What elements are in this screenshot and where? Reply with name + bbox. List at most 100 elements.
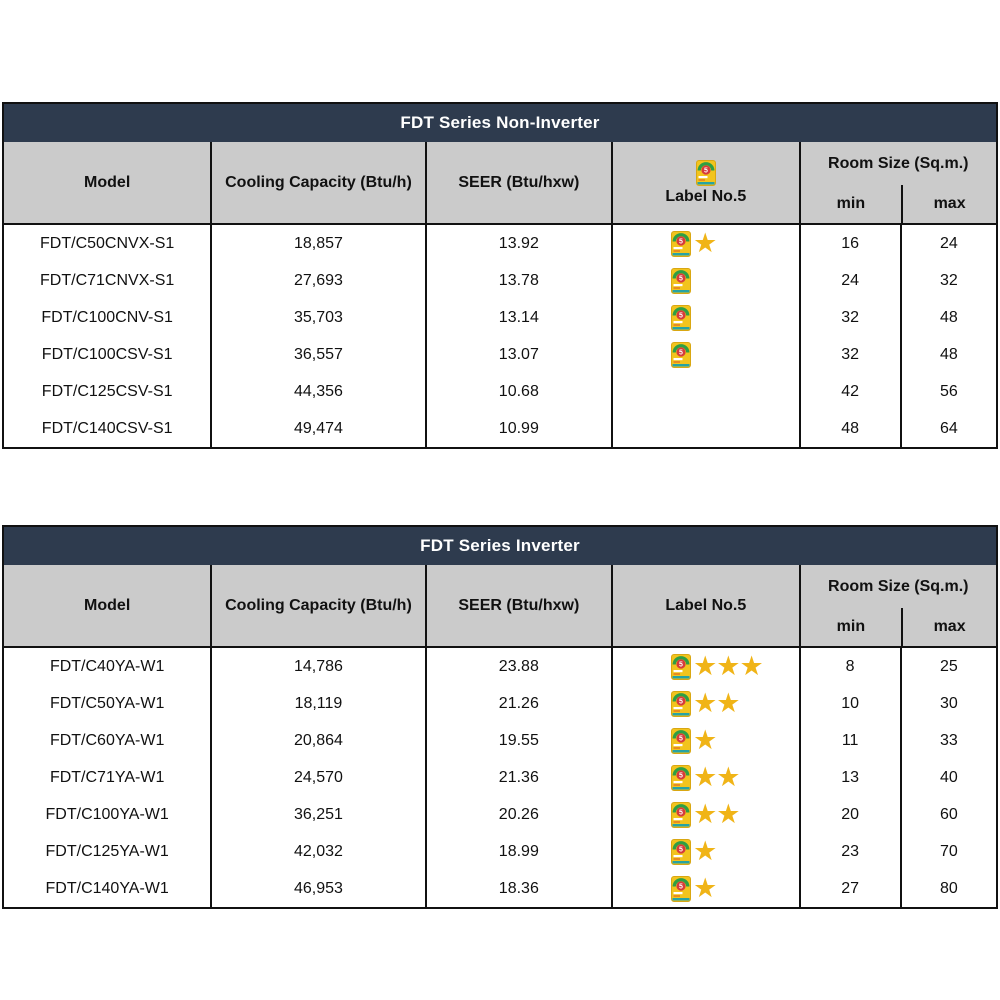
svg-text:5: 5 [679, 698, 683, 705]
energy-label-no5-icon: 5 [671, 305, 691, 331]
label-cell [612, 373, 799, 410]
model-cell: FDT/C140CSV-S1 [4, 410, 211, 447]
model-cell: FDT/C60YA-W1 [4, 722, 211, 759]
table-row: FDT/C71CNVX-S127,69313.78 5 2432 [4, 262, 996, 299]
label-cell: 5 ★★ [612, 759, 799, 796]
cooling-capacity-cell: 18,119 [211, 685, 425, 722]
room-min-cell: 23 [800, 833, 901, 870]
star-rating-icons: ★ [693, 838, 716, 865]
column-header-label: 5 Label No.5 [612, 142, 799, 224]
svg-text:5: 5 [679, 883, 683, 890]
label-cell: 5★ [612, 224, 799, 262]
seer-cell: 23.88 [426, 647, 612, 685]
room-min-cell: 8 [800, 647, 901, 685]
star-rating-icons: ★★ [693, 801, 739, 828]
column-header-min: min [801, 608, 902, 646]
energy-label-no5-icon: 5 [671, 728, 691, 754]
room-max-cell: 25 [901, 647, 996, 685]
model-cell: FDT/C50CNVX-S1 [4, 224, 211, 262]
seer-cell: 13.14 [426, 299, 612, 336]
room-min-cell: 24 [800, 262, 901, 299]
spec-grid: Model Cooling Capacity (Btu/h) SEER (Btu… [4, 565, 996, 907]
table-title: FDT Series Non-Inverter [4, 104, 996, 142]
star-rating-icons: ★ [693, 875, 716, 902]
column-header-model: Model [4, 142, 211, 224]
room-min-cell: 48 [800, 410, 901, 447]
column-header-min: min [801, 185, 902, 223]
column-header-max: max [901, 608, 996, 646]
column-header-label-text: Label No.5 [665, 597, 746, 615]
inverter-table: FDT Series Inverter Model Cooling Capaci… [2, 525, 998, 909]
star-rating-icons: ★★ [693, 690, 739, 717]
seer-cell: 13.78 [426, 262, 612, 299]
column-header-cooling: Cooling Capacity (Btu/h) [211, 565, 425, 647]
energy-label-no5-icon: 5 [671, 654, 691, 680]
cooling-capacity-cell: 18,857 [211, 224, 425, 262]
room-min-cell: 32 [800, 299, 901, 336]
label-cell: 5★ [612, 870, 799, 907]
table-row: FDT/C100YA-W136,25120.265★★2060 [4, 796, 996, 833]
label-cell: 5 [612, 336, 799, 373]
label-cell: 5★ [612, 833, 799, 870]
table-row: FDT/C100CSV-S136,55713.0753248 [4, 336, 996, 373]
room-min-cell: 13 [800, 759, 901, 796]
cooling-capacity-cell: 36,251 [211, 796, 425, 833]
energy-label-no5-icon: 5 [671, 876, 691, 902]
room-min-cell: 32 [800, 336, 901, 373]
table-row: FDT/C50CNVX-S118,85713.925★1624 [4, 224, 996, 262]
room-min-cell: 20 [800, 796, 901, 833]
table-row: FDT/C100CNV-S135,70313.1453248 [4, 299, 996, 336]
energy-label-no5-icon: 5 [671, 268, 691, 294]
column-header-max: max [901, 185, 996, 223]
seer-cell: 10.68 [426, 373, 612, 410]
energy-label-no5-icon: 5 [671, 231, 691, 257]
column-header-label-text: Label No.5 [665, 188, 746, 206]
energy-label-no5-icon: 5 [696, 160, 716, 186]
label-cell: 5 [612, 262, 799, 299]
cooling-capacity-cell: 46,953 [211, 870, 425, 907]
room-max-cell: 64 [901, 410, 996, 447]
header-row: Model Cooling Capacity (Btu/h) SEER (Btu… [4, 565, 996, 647]
star-rating-icons: ★ [693, 727, 716, 754]
column-header-room-size: Room Size (Sq.m.) min max [800, 565, 996, 647]
star-rating-icons: ★ [693, 230, 716, 257]
column-header-seer: SEER (Btu/hxw) [426, 142, 612, 224]
table-row: FDT/C50YA-W118,11921.265★★1030 [4, 685, 996, 722]
cooling-capacity-cell: 14,786 [211, 647, 425, 685]
star-rating-icons: ★★ [693, 764, 739, 791]
cooling-capacity-cell: 42,032 [211, 833, 425, 870]
model-cell: FDT/C100CNV-S1 [4, 299, 211, 336]
svg-text:5: 5 [679, 238, 683, 245]
model-cell: FDT/C71CNVX-S1 [4, 262, 211, 299]
svg-text:5: 5 [679, 772, 683, 779]
svg-text:5: 5 [679, 312, 683, 319]
model-cell: FDT/C50YA-W1 [4, 685, 211, 722]
room-max-cell: 24 [901, 224, 996, 262]
cooling-capacity-cell: 24,570 [211, 759, 425, 796]
room-min-cell: 42 [800, 373, 901, 410]
room-max-cell: 32 [901, 262, 996, 299]
room-min-cell: 16 [800, 224, 901, 262]
model-cell: FDT/C100YA-W1 [4, 796, 211, 833]
svg-text:5: 5 [679, 809, 683, 816]
cooling-capacity-cell: 27,693 [211, 262, 425, 299]
table-row: FDT/C71YA-W124,57021.365★★1340 [4, 759, 996, 796]
svg-text:5: 5 [679, 349, 683, 356]
column-header-cooling: Cooling Capacity (Btu/h) [211, 142, 425, 224]
svg-text:5: 5 [679, 735, 683, 742]
room-min-cell: 10 [800, 685, 901, 722]
label-cell [612, 410, 799, 447]
svg-text:5: 5 [704, 167, 708, 174]
room-max-cell: 30 [901, 685, 996, 722]
table-row: FDT/C125YA-W142,03218.995★2370 [4, 833, 996, 870]
seer-cell: 18.99 [426, 833, 612, 870]
room-max-cell: 70 [901, 833, 996, 870]
table-row: FDT/C60YA-W120,86419.555★1133 [4, 722, 996, 759]
room-max-cell: 33 [901, 722, 996, 759]
seer-cell: 13.92 [426, 224, 612, 262]
cooling-capacity-cell: 36,557 [211, 336, 425, 373]
table-title: FDT Series Inverter [4, 527, 996, 565]
energy-label-no5-icon: 5 [671, 691, 691, 717]
room-size-label: Room Size (Sq.m.) [801, 565, 996, 608]
room-min-cell: 11 [800, 722, 901, 759]
